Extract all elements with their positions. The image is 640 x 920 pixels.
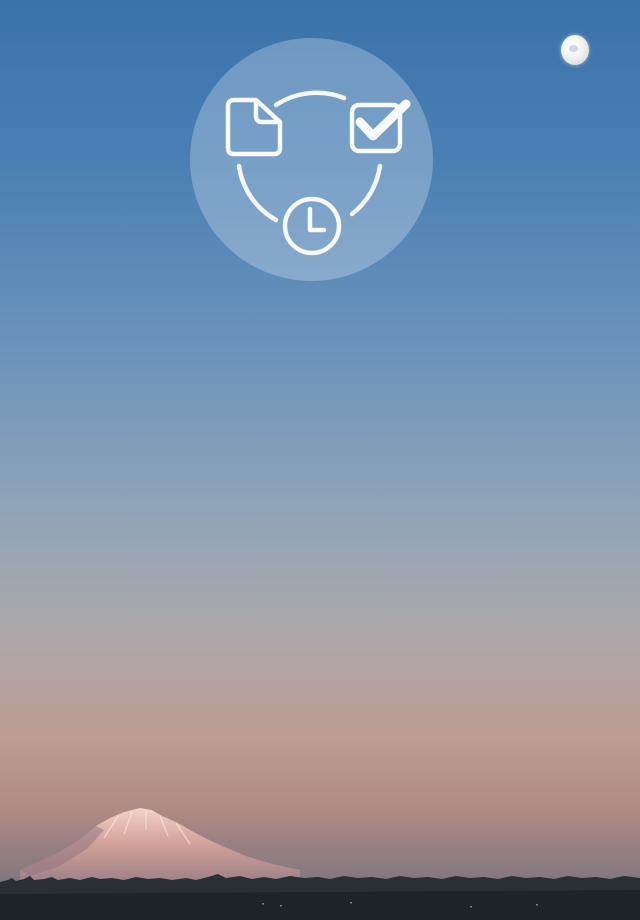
moon <box>561 35 589 65</box>
app-logo-badge <box>190 38 433 281</box>
app-logo <box>225 90 411 256</box>
snow-capped-mountain <box>20 808 300 885</box>
landscape <box>0 808 640 920</box>
clock-icon <box>282 196 342 256</box>
checkbox-checked-icon <box>349 99 411 154</box>
document-icon <box>225 97 283 157</box>
splash-screen <box>0 0 640 920</box>
